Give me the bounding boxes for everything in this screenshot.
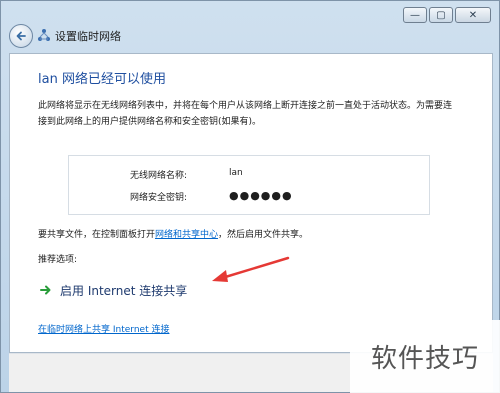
recommended-options-label: 推荐选项: xyxy=(38,255,78,265)
share-suffix: ，然后启用文件共享。 xyxy=(218,230,309,240)
back-button[interactable] xyxy=(9,24,33,48)
watermark: 软件技巧 xyxy=(350,320,500,393)
back-arrow-icon xyxy=(16,31,26,41)
network-name-label: 无线网络名称: xyxy=(129,171,187,181)
share-internet-link[interactable]: 在临时网络上共享 Internet 连接 xyxy=(38,322,169,335)
network-info-box: 无线网络名称: lan 网络安全密钥: ●●●●●● xyxy=(68,155,430,215)
security-key-value: ●●●●●● xyxy=(229,189,293,202)
page-heading: lan 网络已经可以使用 xyxy=(38,72,166,87)
green-arrow-icon xyxy=(40,285,51,295)
annotation-arrow xyxy=(212,256,290,282)
share-instructions: 要共享文件，在控制面板打开网络和共享中心，然后启用文件共享。 xyxy=(38,227,308,240)
enable-ics-button[interactable]: 启用 Internet 连接共享 xyxy=(40,279,187,301)
title-bar: 设置临时网络 xyxy=(1,21,499,51)
content-panel: lan 网络已经可以使用 此网络将显示在无线网络列表中，并将在每个用户从该网络上… xyxy=(9,53,493,353)
description-text: 此网络将显示在无线网络列表中，并将在每个用户从该网络上断开连接之前一直处于活动状… xyxy=(38,101,453,127)
enable-ics-label: 启用 Internet 连接共享 xyxy=(60,283,188,298)
share-prefix: 要共享文件，在控制面板打开 xyxy=(38,230,156,240)
window-title: 设置临时网络 xyxy=(55,30,121,43)
security-key-label: 网络安全密钥: xyxy=(129,193,187,203)
network-icon xyxy=(38,29,50,41)
network-name-value: lan xyxy=(229,168,243,178)
network-sharing-center-link[interactable]: 网络和共享中心 xyxy=(155,230,218,240)
